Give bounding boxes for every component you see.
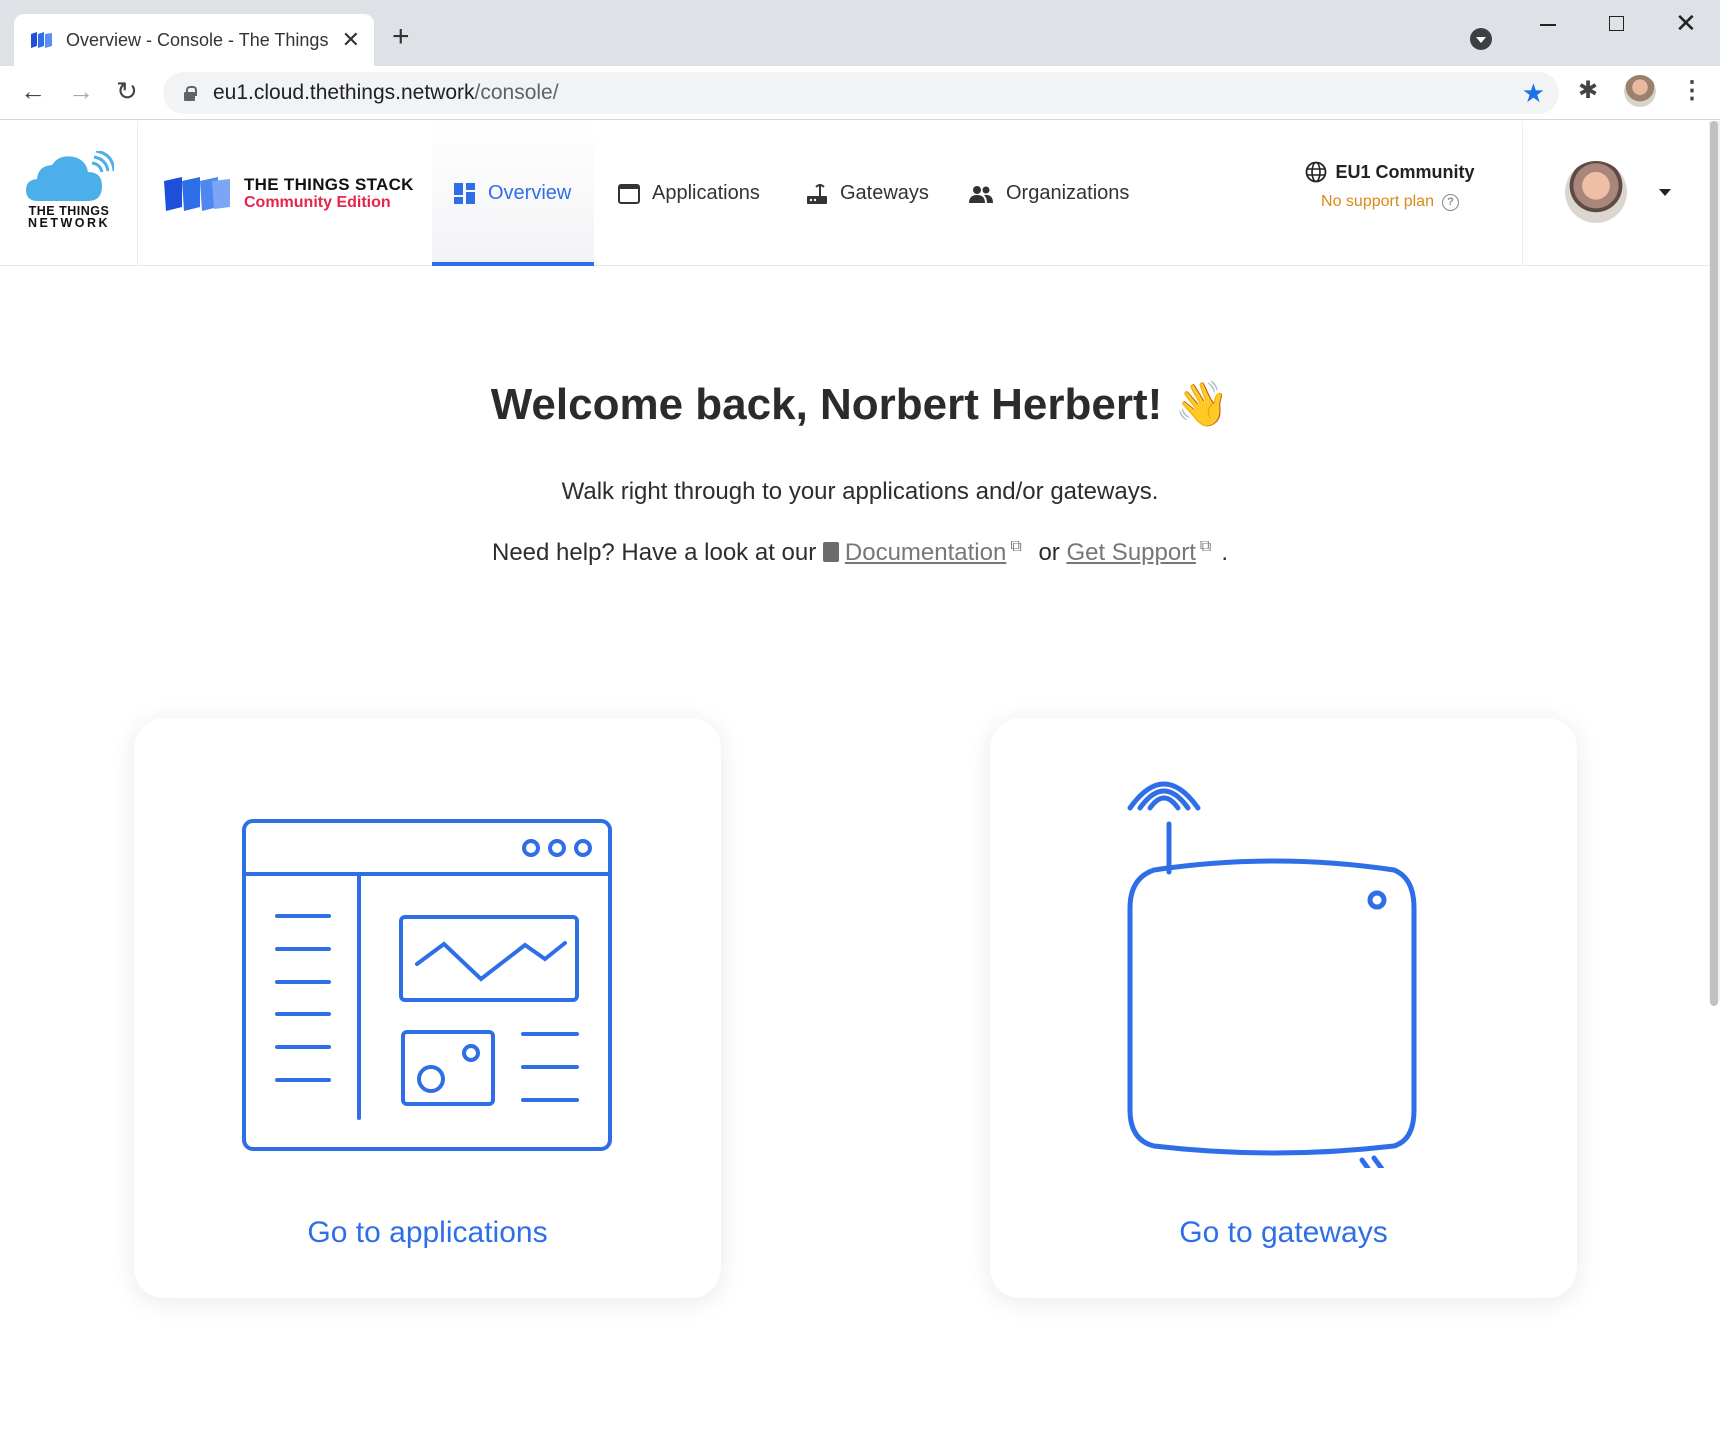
book-icon xyxy=(822,542,839,562)
nav-overview-label: Overview xyxy=(488,182,572,204)
browser-menu-icon[interactable]: ⋮ xyxy=(1680,76,1704,105)
tab-title: Overview - Console - The Things Stack xyxy=(66,29,334,50)
tts-title: THE THINGS STACK xyxy=(244,174,414,194)
ttn-text-line2: NETWORK xyxy=(27,216,111,230)
scrollbar-thumb[interactable] xyxy=(1710,121,1718,1006)
minimize-icon[interactable] xyxy=(1540,24,1556,26)
ttn-logo[interactable]: THE THINGS NETWORK xyxy=(0,121,138,266)
nav-overview[interactable]: Overview xyxy=(432,121,594,266)
tts-edition: Community Edition xyxy=(244,193,391,211)
back-icon[interactable]: ← xyxy=(20,78,46,104)
page-subtitle: Walk right through to your applications … xyxy=(561,478,1159,505)
bookmark-star-icon[interactable]: ★ xyxy=(1522,78,1545,109)
help-text: Need help? Have a look at our Documentat… xyxy=(492,538,1228,566)
nav-organizations[interactable]: Organizations xyxy=(968,121,1129,266)
extensions-icon[interactable]: ✱ xyxy=(1578,76,1598,105)
nav-applications-label: Applications xyxy=(652,182,760,204)
external-link-icon: ⧉ xyxy=(1199,538,1212,555)
cluster-info[interactable]: EU1 Community No support plan ? xyxy=(1300,161,1480,211)
app-header: THE THINGS NETWORK THE THINGS STACK Comm… xyxy=(0,121,1720,266)
go-to-gateways-card[interactable]: Go to gateways xyxy=(990,718,1577,1298)
tts-stack-icon xyxy=(164,177,230,211)
browser-toolbar: ← → ↻ eu1.cloud.thethings.network/consol… xyxy=(0,66,1720,120)
browser-tab[interactable]: Overview - Console - The Things Stack ✕ xyxy=(14,14,374,66)
profile-dropdown[interactable] xyxy=(1522,121,1720,266)
go-to-gateways-label: Go to gateways xyxy=(1179,1216,1388,1249)
browser-profile-avatar[interactable] xyxy=(1624,75,1656,107)
documentation-link[interactable]: Documentation xyxy=(845,539,1006,566)
nav-applications[interactable]: Applications xyxy=(618,121,760,266)
lock-icon xyxy=(183,86,197,101)
dashboard-icon xyxy=(454,182,476,205)
address-bar[interactable]: eu1.cloud.thethings.network/console/ ★ xyxy=(163,72,1559,114)
tts-favicon-icon xyxy=(31,32,52,48)
support-plan: No support plan ? xyxy=(1300,193,1480,211)
browser-tab-bar: Overview - Console - The Things Stack ✕ … xyxy=(0,0,1720,66)
gateway-illustration-icon xyxy=(1127,781,1417,1168)
new-tab-button[interactable]: + xyxy=(392,22,410,52)
application-illustration-icon xyxy=(242,819,612,1151)
tab-search-icon[interactable] xyxy=(1470,28,1492,50)
external-link-icon: ⧉ xyxy=(1010,538,1022,555)
tts-logo[interactable]: THE THINGS STACK Community Edition xyxy=(162,173,414,213)
chevron-down-icon xyxy=(1659,189,1671,196)
globe-icon xyxy=(1306,161,1327,183)
nav-gateways[interactable]: Gateways xyxy=(806,121,929,266)
ttn-cloud-icon xyxy=(26,151,114,201)
go-to-applications-label: Go to applications xyxy=(307,1216,548,1249)
tab-close-icon[interactable]: ✕ xyxy=(342,29,360,51)
url-text: eu1.cloud.thethings.network/console/ xyxy=(213,81,559,104)
help-icon[interactable]: ? xyxy=(1441,193,1459,211)
people-icon xyxy=(968,185,994,203)
maximize-icon[interactable] xyxy=(1609,16,1624,31)
application-window-icon xyxy=(618,183,640,204)
page-title: Welcome back, Norbert Herbert! 👋 xyxy=(490,380,1230,429)
go-to-applications-card[interactable]: Go to applications xyxy=(134,718,721,1298)
cluster-name: EU1 Community xyxy=(1300,161,1480,183)
router-icon xyxy=(806,183,828,205)
avatar xyxy=(1565,161,1627,223)
window-close-icon[interactable]: ✕ xyxy=(1675,10,1697,36)
reload-icon[interactable]: ↻ xyxy=(116,78,138,104)
get-support-link[interactable]: Get Support xyxy=(1066,539,1195,566)
overview-page: Welcome back, Norbert Herbert! 👋 Walk ri… xyxy=(0,266,1720,1435)
forward-icon[interactable]: → xyxy=(68,78,94,104)
nav-organizations-label: Organizations xyxy=(1006,182,1130,204)
nav-gateways-label: Gateways xyxy=(840,182,929,204)
